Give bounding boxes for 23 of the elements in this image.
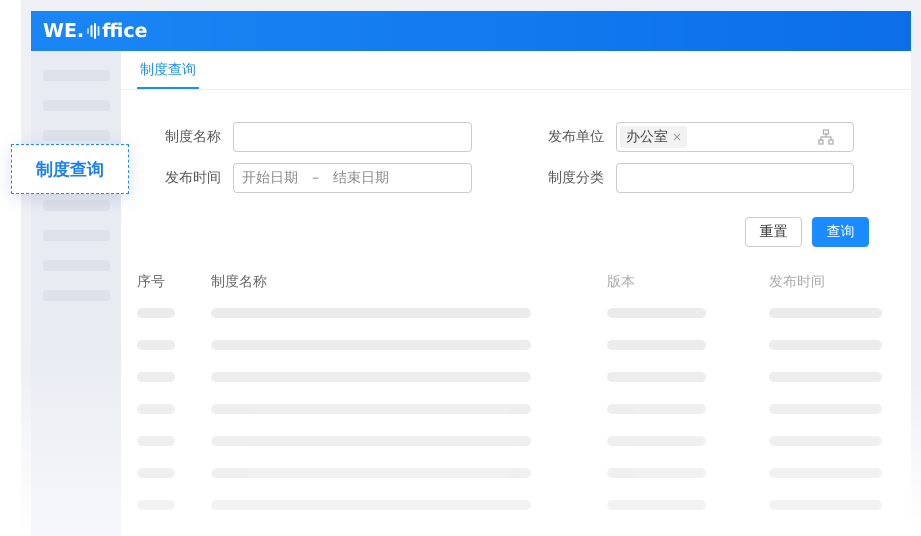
field-label: 发布时间 <box>164 169 222 187</box>
field-label: 发布单位 <box>547 128 605 146</box>
tag-label: 办公室 <box>626 128 668 146</box>
column-header: 序号 <box>137 273 166 291</box>
unit-select-field[interactable]: 办公室 <box>616 122 854 152</box>
search-button[interactable]: 查询 <box>812 217 869 247</box>
column-header: 版本 <box>607 273 636 291</box>
category-input-field[interactable] <box>616 163 854 193</box>
reset-button[interactable]: 重置 <box>745 217 802 247</box>
tab[interactable]: 制度查询 <box>137 51 199 89</box>
field-label: 制度名称 <box>164 128 222 146</box>
name-input-field[interactable] <box>233 122 472 152</box>
callout-label: 制度查询 <box>11 144 129 194</box>
wave-icon <box>87 23 102 39</box>
logo-text: WE. <box>43 20 84 42</box>
column-header: 制度名称 <box>211 273 268 291</box>
close-icon[interactable] <box>673 133 681 141</box>
range-separator: – <box>312 170 319 186</box>
logo-text: ffice <box>102 20 148 42</box>
field-label: 制度分类 <box>547 169 605 187</box>
column-header: 发布时间 <box>769 273 826 291</box>
date-range-field[interactable]: 开始日期 – 结束日期 <box>233 163 472 193</box>
org-tree-icon[interactable] <box>818 129 834 145</box>
